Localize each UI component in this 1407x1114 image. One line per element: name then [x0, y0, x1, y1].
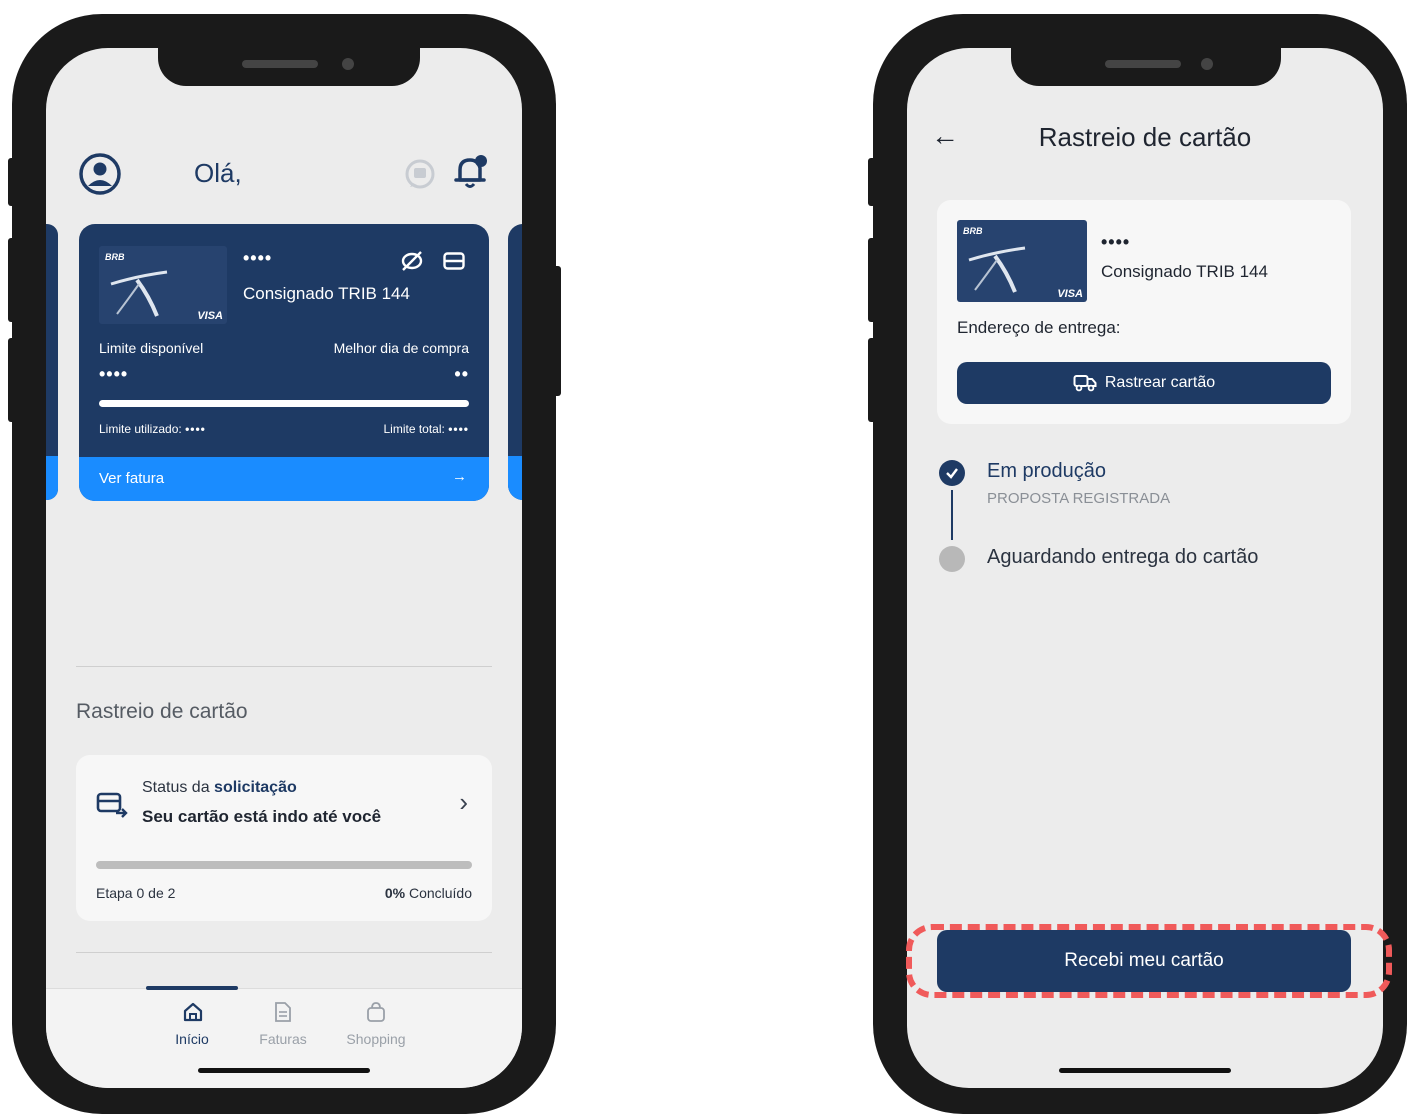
card-summary-tile: BRB VISA •••• Consignado TRIB 144 Endere… — [937, 200, 1351, 424]
timeline-step-1-subtitle: PROPOSTA REGISTRADA — [987, 490, 1171, 507]
limit-usage-bar — [99, 400, 469, 407]
bottom-navigation: Início Faturas Shopping — [46, 986, 522, 1088]
section-divider — [76, 666, 492, 667]
timeline-step-1-title: Em produção — [987, 460, 1106, 482]
used-limit-value: •••• — [185, 422, 206, 436]
card-masked-number: •••• — [243, 248, 273, 268]
status-highlight: solicitação — [214, 779, 297, 796]
card-prev-footer — [46, 456, 58, 500]
profile-button[interactable] — [78, 152, 122, 201]
timeline-connector — [951, 490, 953, 540]
eye-off-icon — [401, 251, 423, 271]
home-indicator — [198, 1068, 370, 1073]
credit-card-widget[interactable]: BRB VISA •••• Consignado TRIB 144 Limite… — [79, 224, 489, 501]
limit-label: Limite disponível — [99, 340, 204, 356]
card-brand-logo: BRB — [105, 252, 125, 262]
track-card-button[interactable]: Rastrear cartão — [957, 362, 1331, 404]
front-camera — [342, 58, 354, 70]
card-icon — [443, 252, 465, 270]
nav-shopping-label: Shopping — [346, 1031, 406, 1047]
shopping-bag-icon — [367, 1002, 385, 1022]
active-tab-indicator — [146, 986, 238, 990]
chevron-right-icon: › — [459, 787, 468, 817]
phone-frame-left: Olá, BRB VISA •••• Consignado TRIB 144 L… — [12, 14, 556, 1114]
card-swoosh-graphic — [110, 270, 168, 317]
card-carousel-next[interactable] — [508, 224, 522, 500]
hide-values-button[interactable] — [399, 250, 425, 277]
bell-icon — [454, 155, 487, 188]
notifications-button[interactable] — [450, 152, 490, 197]
total-limit: Limite total: •••• — [383, 422, 469, 436]
page-title: Rastreio de cartão — [1038, 122, 1252, 152]
tracking-progress-bar — [96, 861, 472, 869]
total-limit-value: •••• — [448, 422, 469, 436]
nav-shopping[interactable]: Shopping — [336, 999, 416, 1059]
delivery-address-label: Endereço de entrega: — [957, 318, 1121, 337]
timeline-step-pending-marker — [939, 546, 965, 572]
used-limit: Limite utilizado: •••• — [99, 422, 206, 436]
status-message: Seu cartão está indo até você — [142, 807, 382, 826]
card-next-footer — [508, 456, 522, 500]
total-limit-label: Limite total: — [383, 422, 445, 436]
chat-icon — [405, 159, 435, 189]
view-invoice-label: Ver fatura — [99, 470, 165, 487]
track-card-label: Rastrear cartão — [1104, 374, 1216, 391]
arrow-right-icon: → — [452, 468, 467, 485]
speaker-grille — [1105, 60, 1181, 68]
timeline-step-2-title: Aguardando entrega do cartão — [987, 546, 1259, 568]
card-masked-number: •••• — [1101, 232, 1131, 252]
completion-percent: 0% — [384, 885, 406, 901]
card-delivery-icon — [96, 792, 128, 818]
notch — [158, 44, 420, 86]
nav-home[interactable]: Início — [152, 999, 232, 1059]
truck-icon — [1073, 374, 1097, 392]
speaker-grille — [242, 60, 318, 68]
front-camera — [1201, 58, 1213, 70]
highlight-frame — [906, 924, 1392, 998]
card-swoosh-graphic — [968, 246, 1026, 293]
visa-logo: VISA — [1057, 288, 1083, 300]
card-carousel-prev[interactable] — [46, 224, 58, 500]
home-indicator — [1059, 1068, 1231, 1073]
nav-invoices[interactable]: Faturas — [243, 999, 323, 1059]
completion-text: 0% Concluído — [385, 885, 472, 901]
home-icon — [183, 1002, 203, 1022]
greeting-text: Olá, — [194, 158, 242, 188]
best-day-value: •• — [454, 364, 469, 384]
completion-suffix: Concluído — [405, 885, 472, 901]
card-name: Consignado TRIB 144 — [1101, 262, 1268, 281]
limit-value: •••• — [99, 364, 129, 384]
check-icon — [946, 468, 958, 479]
status-prefix: Status da — [142, 779, 215, 796]
user-circle-icon — [79, 153, 121, 195]
notch — [1011, 44, 1281, 86]
card-name: Consignado TRIB 144 — [243, 284, 410, 303]
view-invoice-link[interactable]: Ver fatura → — [79, 457, 489, 501]
timeline-step-done-marker — [939, 460, 965, 486]
status-title: Status da solicitação — [142, 779, 297, 797]
card-image: BRB VISA — [99, 246, 227, 324]
app-screen-home: Olá, BRB VISA •••• Consignado TRIB 144 L… — [46, 48, 522, 1088]
used-limit-label: Limite utilizado: — [99, 422, 182, 436]
chat-button[interactable] — [404, 158, 436, 195]
step-text: Etapa 0 de 2 — [96, 885, 176, 901]
card-image: BRB VISA — [957, 220, 1087, 302]
visa-logo: VISA — [197, 310, 223, 322]
best-day-label: Melhor dia de compra — [333, 340, 469, 356]
document-icon — [275, 1002, 291, 1022]
tracking-section-title: Rastreio de cartão — [76, 700, 248, 723]
nav-home-label: Início — [175, 1031, 209, 1047]
card-details-button[interactable] — [443, 252, 465, 275]
nav-invoices-label: Faturas — [259, 1031, 307, 1047]
card-brand-logo: BRB — [963, 226, 983, 236]
section-divider-bottom — [76, 952, 492, 953]
tracking-status-tile[interactable]: Status da solicitação Seu cartão está in… — [76, 755, 492, 921]
